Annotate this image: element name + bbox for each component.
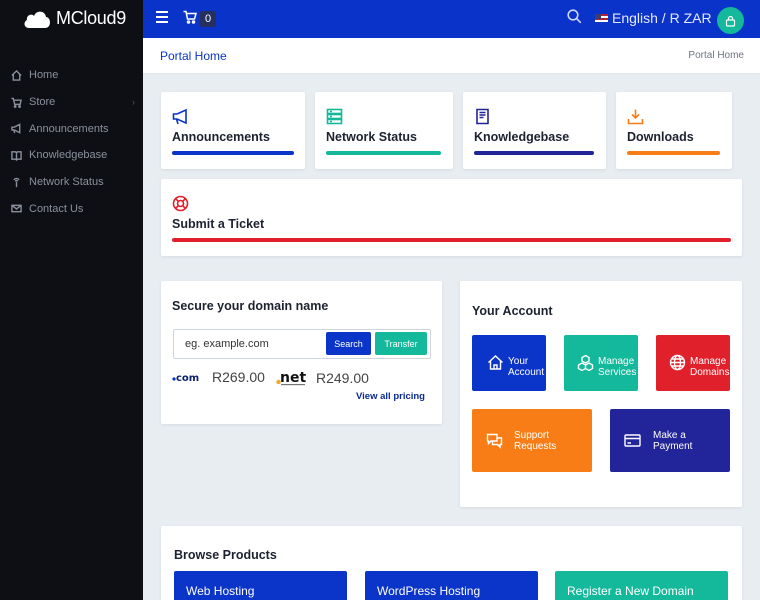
tile-accent-bar	[627, 151, 720, 155]
domain-search-input[interactable]	[175, 331, 325, 357]
make-payment-label: Make a Payment	[653, 430, 693, 452]
tile-accent-bar	[172, 151, 294, 155]
cubes-icon	[577, 354, 594, 371]
make-payment-button[interactable]: Make a Payment	[610, 409, 730, 472]
book-icon	[476, 108, 489, 125]
sidebar: MCloud9 Home Store › Announcements Knowl…	[0, 0, 143, 600]
manage-services-label: Manage Services	[598, 356, 637, 378]
language-currency-selector[interactable]: English / R ZAR	[595, 10, 712, 26]
domain-search-card: Secure your domain name Search Transfer …	[161, 281, 442, 424]
chevron-right-icon: ›	[132, 97, 135, 108]
product-register-domain[interactable]: Register a New Domain	[555, 571, 728, 600]
tile-label: Submit a Ticket	[172, 217, 265, 231]
home-icon	[488, 355, 503, 370]
page-title: Portal Home	[160, 49, 227, 63]
product-wordpress-hosting[interactable]: WordPress Hosting	[365, 571, 538, 600]
cart-icon[interactable]	[183, 10, 197, 24]
lifebuoy-icon	[172, 195, 189, 212]
credit-card-icon	[624, 434, 641, 447]
cloud-logo-icon	[24, 11, 50, 28]
sidebar-item-contact-us[interactable]: Contact Us	[0, 195, 143, 222]
support-requests-button[interactable]: Support Requests	[472, 409, 592, 472]
view-all-pricing-link[interactable]: View all pricing	[356, 391, 425, 402]
globe-icon	[669, 354, 686, 371]
user-avatar[interactable]	[717, 7, 744, 34]
tile-label: Network Status	[326, 130, 417, 144]
tile-label: Downloads	[627, 130, 694, 144]
cart-icon	[11, 97, 22, 108]
megaphone-icon	[172, 108, 187, 125]
sidebar-item-knowledgebase[interactable]: Knowledgebase	[0, 142, 143, 169]
sidebar-nav: Home Store › Announcements Knowledgebase…	[0, 62, 143, 222]
domain-search-box: Search Transfer	[173, 329, 431, 359]
transfer-button[interactable]: Transfer	[375, 332, 427, 355]
tile-accent-bar	[474, 151, 594, 155]
browse-products-title: Browse Products	[174, 548, 277, 562]
tile-accent-bar	[326, 151, 441, 155]
us-flag-icon	[595, 14, 608, 22]
net-tld-logo: net	[276, 370, 306, 386]
manage-domains-label: Manage Domains	[690, 356, 730, 378]
mail-icon	[11, 204, 22, 213]
tile-label: Knowledgebase	[474, 130, 570, 144]
top-navbar: 0 English / R ZAR	[143, 0, 760, 38]
svg-text:net: net	[280, 370, 306, 386]
lock-icon	[725, 15, 736, 27]
manage-services-button[interactable]: Manage Services	[564, 335, 638, 391]
sidebar-item-label: Store	[29, 96, 56, 109]
product-web-hosting[interactable]: Web Hosting	[174, 571, 347, 600]
sidebar-item-store[interactable]: Store ›	[0, 89, 143, 116]
sidebar-item-label: Knowledgebase	[29, 149, 108, 162]
your-account-title: Your Account	[472, 304, 553, 318]
tile-knowledgebase[interactable]: Knowledgebase	[463, 92, 606, 169]
logo-text: MCloud9	[56, 8, 126, 28]
svg-text:com: com	[176, 373, 199, 383]
search-button[interactable]: Search	[326, 332, 371, 355]
server-icon	[326, 108, 343, 125]
tile-submit-ticket[interactable]: Submit a Ticket	[161, 179, 742, 256]
tld-com: com R269.00	[172, 369, 265, 385]
sidebar-item-home[interactable]: Home	[0, 62, 143, 89]
tld-price: R269.00	[212, 369, 265, 385]
sidebar-item-label: Announcements	[29, 122, 109, 135]
tile-accent-bar	[172, 238, 731, 242]
tile-downloads[interactable]: Downloads	[616, 92, 732, 169]
domain-search-title: Secure your domain name	[172, 299, 329, 313]
logo[interactable]: MCloud9	[22, 8, 126, 29]
tld-net: net R249.00	[276, 369, 369, 387]
support-requests-label: Support Requests	[514, 430, 557, 452]
tld-price: R249.00	[316, 370, 369, 386]
book-icon	[11, 151, 22, 161]
tile-network-status[interactable]: Network Status	[315, 92, 453, 169]
browse-products-card: Browse Products Web Hosting WordPress Ho…	[161, 526, 742, 600]
manage-domains-button[interactable]: Manage Domains	[656, 335, 730, 391]
megaphone-icon	[11, 123, 21, 134]
sidebar-item-label: Network Status	[29, 176, 104, 189]
sidebar-item-network-status[interactable]: Network Status	[0, 169, 143, 196]
comments-icon	[486, 433, 503, 449]
tile-label: Announcements	[172, 130, 270, 144]
tile-announcements[interactable]: Announcements	[161, 92, 305, 169]
breadcrumb-item-portal-home[interactable]: Portal Home	[688, 50, 744, 61]
menu-toggle-icon[interactable]	[156, 11, 168, 23]
cart-count-badge[interactable]: 0	[200, 11, 217, 27]
sidebar-item-label: Home	[29, 69, 59, 82]
breadcrumb: Portal Home Portal Home	[143, 38, 760, 74]
your-account-button[interactable]: Your Account	[472, 335, 546, 391]
search-icon[interactable]	[567, 9, 582, 24]
your-account-card: Your Account Your Account Manage Services …	[460, 281, 742, 507]
your-account-label: Your Account	[508, 356, 545, 378]
home-icon	[11, 69, 22, 81]
sidebar-item-announcements[interactable]: Announcements	[0, 115, 143, 142]
signal-icon	[13, 177, 20, 187]
sidebar-item-label: Contact Us	[29, 202, 84, 215]
com-tld-logo: com	[172, 373, 199, 383]
download-icon	[627, 109, 644, 125]
language-currency-label: English / R ZAR	[612, 10, 712, 26]
